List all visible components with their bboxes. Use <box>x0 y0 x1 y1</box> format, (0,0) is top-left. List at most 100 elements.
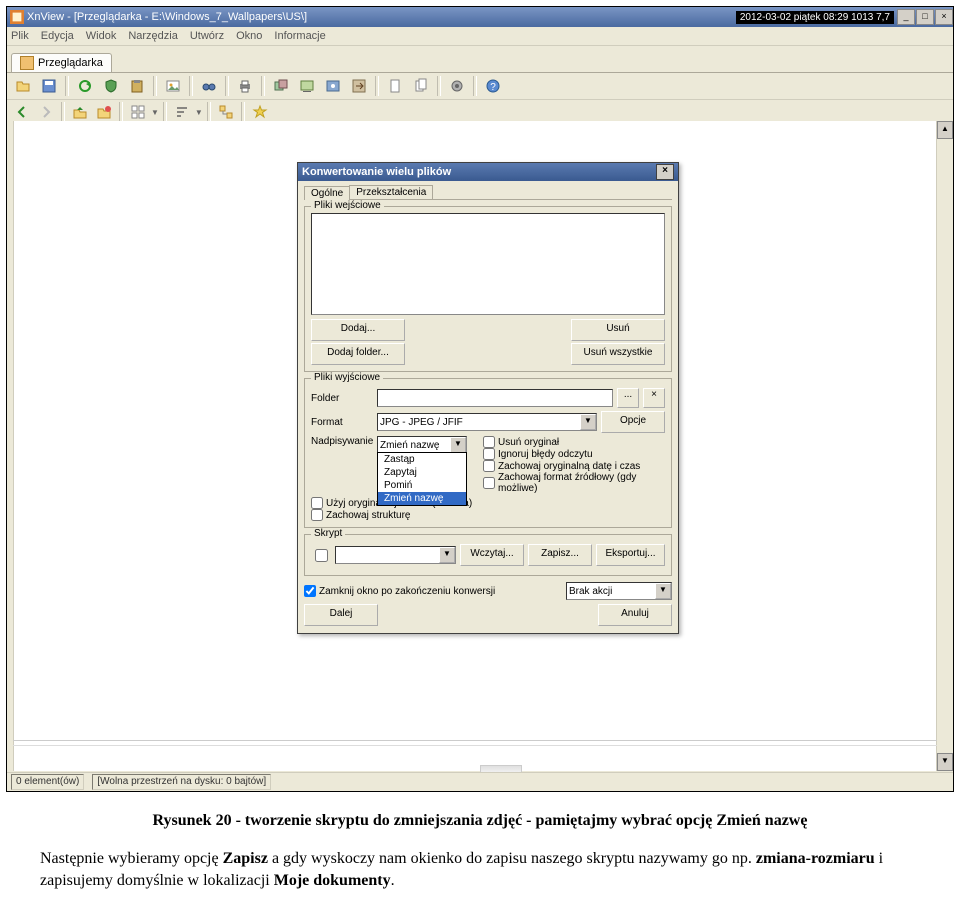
remove-button[interactable]: Usuń <box>571 319 665 341</box>
tab-label: Przeglądarka <box>38 57 103 69</box>
sort-icon[interactable] <box>171 101 193 123</box>
folder-input[interactable] <box>377 389 613 407</box>
chevron-down-icon: ▼ <box>580 414 596 430</box>
script-combo[interactable]: ▼ <box>335 546 456 564</box>
capture-icon[interactable] <box>321 74 345 98</box>
left-gutter[interactable] <box>7 121 14 771</box>
batch-convert-dialog: Konwertowanie wielu plików × Ogólne Prze… <box>297 162 679 634</box>
scroll-down-icon[interactable]: ▼ <box>937 753 953 771</box>
close-button[interactable]: × <box>935 9 953 25</box>
export-script-button[interactable]: Eksportuj... <box>596 544 665 566</box>
overwrite-option-replace[interactable]: Zastąp <box>378 453 466 466</box>
pages-icon[interactable] <box>409 74 433 98</box>
page-icon[interactable] <box>383 74 407 98</box>
chk-keep-structure[interactable]: Zachowaj strukturę <box>311 509 665 521</box>
shield-icon[interactable] <box>99 74 123 98</box>
chk-ignore-errors[interactable]: Ignoruj błędy odczytu <box>483 448 665 460</box>
maximize-button[interactable]: □ <box>916 9 934 25</box>
next-button[interactable]: Dalej <box>304 604 378 626</box>
menu-create[interactable]: Utwórz <box>190 30 224 42</box>
document-body: Rysunek 20 - tworzenie skryptu do zmniej… <box>0 798 960 917</box>
dropdown-arrow-icon[interactable]: ▼ <box>195 108 203 117</box>
format-combo[interactable]: JPG - JPEG / JFIF ▼ <box>377 413 597 431</box>
remove-all-button[interactable]: Usuń wszystkie <box>571 343 665 365</box>
save-script-button[interactable]: Zapisz... <box>528 544 592 566</box>
binoculars-icon[interactable] <box>197 74 221 98</box>
menu-view[interactable]: Widok <box>86 30 117 42</box>
chk-keep-source-format[interactable]: Zachowaj format źródłowy (gdy możliwe) <box>483 472 665 494</box>
menu-info[interactable]: Informacje <box>274 30 325 42</box>
add-button[interactable]: Dodaj... <box>311 319 405 341</box>
chk-use-original-path[interactable]: Użyj oryginalnej ścieżki (ścieżka) <box>311 497 665 509</box>
open-icon[interactable] <box>11 74 35 98</box>
dropdown-arrow-icon[interactable]: ▼ <box>151 108 159 117</box>
document-tabs: Przeglądarka <box>7 46 953 73</box>
overwrite-option-ask[interactable]: Zapytaj <box>378 466 466 479</box>
end-action-combo[interactable]: Brak akcji ▼ <box>566 582 672 600</box>
overwrite-option-skip[interactable]: Pomiń <box>378 479 466 492</box>
slideshow-icon[interactable] <box>295 74 319 98</box>
menu-tools[interactable]: Narzędzia <box>128 30 178 42</box>
vertical-scrollbar[interactable]: ▲ ▼ <box>936 121 953 771</box>
settings-icon[interactable] <box>445 74 469 98</box>
menubar: Plik Edycja Widok Narzędzia Utwórz Okno … <box>7 27 953 46</box>
horizontal-scrollbar[interactable] <box>13 740 937 746</box>
browse-button[interactable]: ... <box>617 388 639 408</box>
input-files-listbox[interactable] <box>311 213 665 315</box>
back-icon[interactable] <box>11 101 33 123</box>
print-icon[interactable] <box>233 74 257 98</box>
save-icon[interactable] <box>37 74 61 98</box>
image-icon[interactable] <box>161 74 185 98</box>
chevron-down-icon: ▼ <box>439 547 455 563</box>
tab-browser[interactable]: Przeglądarka <box>11 53 112 72</box>
menu-edit[interactable]: Edycja <box>41 30 74 42</box>
help-icon[interactable]: ? <box>481 74 505 98</box>
dialog-title: Konwertowanie wielu plików <box>302 166 451 178</box>
toolbar-main: ? <box>7 73 953 100</box>
legend-input: Pliki wejściowe <box>311 200 384 211</box>
chk-delete-original[interactable]: Usuń oryginał <box>483 436 665 448</box>
overwrite-dropdown: Zastąp Zapytaj Pomiń Zmień nazwę <box>377 452 467 506</box>
dialog-close-button[interactable]: × <box>656 164 674 180</box>
fieldset-script: Skrypt ▼ Wczytaj... Zapisz... Eksportuj.… <box>304 534 672 576</box>
thumbs-icon[interactable] <box>127 101 149 123</box>
chevron-down-icon: ▼ <box>655 583 671 599</box>
forward-icon[interactable] <box>35 101 57 123</box>
end-action-value: Brak akcji <box>569 586 612 597</box>
clear-button[interactable]: × <box>643 388 665 408</box>
overwrite-option-rename[interactable]: Zmień nazwę <box>378 492 466 505</box>
fieldset-input-files: Pliki wejściowe Dodaj... Dodaj folder...… <box>304 206 672 372</box>
chk-keep-date[interactable]: Zachowaj oryginalną datę i czas <box>483 460 665 472</box>
menu-window[interactable]: Okno <box>236 30 262 42</box>
app-screenshot: XnView - [Przeglądarka - E:\Windows_7_Wa… <box>6 6 954 792</box>
convert-icon[interactable] <box>347 74 371 98</box>
up-folder-icon[interactable] <box>69 101 91 123</box>
tab-general[interactable]: Ogólne <box>304 186 350 200</box>
star-icon[interactable] <box>249 101 271 123</box>
new-folder-icon[interactable] <box>93 101 115 123</box>
statusbar: 0 element(ów) [Wolna przestrzeń na dysku… <box>7 772 953 791</box>
menu-file[interactable]: Plik <box>11 30 29 42</box>
titlebar: XnView - [Przeglądarka - E:\Windows_7_Wa… <box>7 7 953 27</box>
load-script-button[interactable]: Wczytaj... <box>460 544 524 566</box>
chk-script-enable[interactable] <box>315 549 328 562</box>
tab-transform[interactable]: Przekształcenia <box>349 185 433 199</box>
svg-text:?: ? <box>490 82 496 93</box>
options-button[interactable]: Opcje <box>601 411 665 433</box>
label-format: Format <box>311 417 373 428</box>
clock-overlay: 2012-03-02 piątek 08:29 1013 7,7 <box>736 11 894 24</box>
minimize-button[interactable]: _ <box>897 9 915 25</box>
dialog-titlebar[interactable]: Konwertowanie wielu plików × <box>298 163 678 181</box>
paste-icon[interactable] <box>125 74 149 98</box>
scroll-up-icon[interactable]: ▲ <box>937 121 953 139</box>
refresh-icon[interactable] <box>73 74 97 98</box>
recurse-icon[interactable] <box>215 101 237 123</box>
overwrite-value: Zmień nazwę <box>380 440 439 451</box>
batch-icon[interactable] <box>269 74 293 98</box>
add-folder-button[interactable]: Dodaj folder... <box>311 343 405 365</box>
status-disk: [Wolna przestrzeń na dysku: 0 bajtów] <box>92 774 271 790</box>
cancel-button[interactable]: Anuluj <box>598 604 672 626</box>
label-folder: Folder <box>311 393 373 404</box>
app-icon <box>10 10 24 24</box>
chk-close-after[interactable]: Zamknij okno po zakończeniu konwersji <box>304 585 495 597</box>
